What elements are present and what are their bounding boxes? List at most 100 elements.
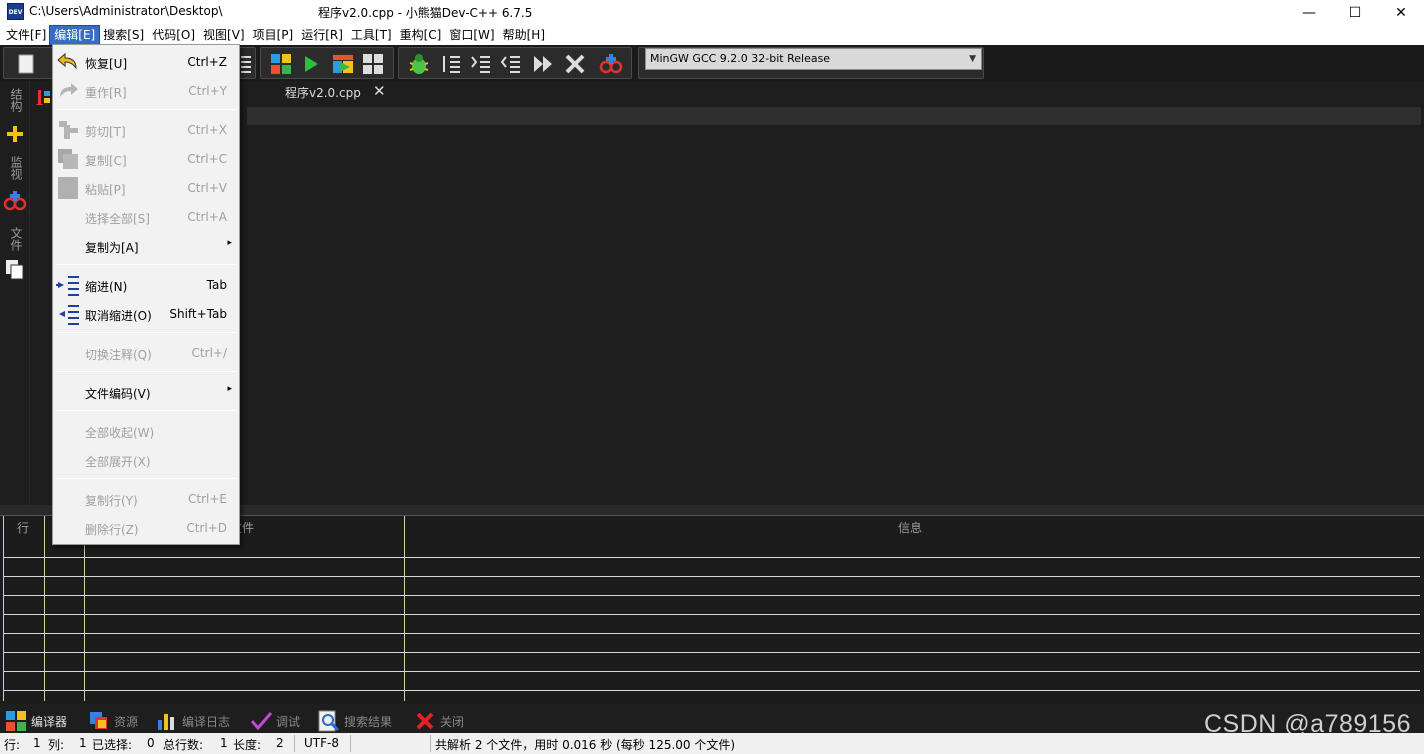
menu-item-copy[interactable]: 复制[C] Ctrl+C [53, 146, 239, 172]
table-row [4, 595, 1420, 596]
tab-close[interactable]: 关闭 [414, 710, 464, 732]
menu-item-label: 剪切[T] [85, 125, 126, 139]
debug-icon[interactable] [407, 52, 431, 76]
tab-watch[interactable]: 监视 [8, 156, 25, 180]
current-line-highlight[interactable] [247, 107, 1421, 125]
resources-icon [88, 710, 110, 732]
step-into-icon[interactable] [469, 52, 493, 76]
menu-code[interactable]: 代码[O] [148, 26, 199, 44]
submenu-arrow-icon: ▸ [227, 384, 232, 394]
menu-item-select-all[interactable]: 选择全部[S] Ctrl+A [53, 204, 239, 230]
tab-close-icon[interactable]: ✕ [373, 82, 386, 100]
menu-item-label: 复制为[A] [85, 241, 139, 255]
toolbar-group-file [3, 47, 53, 79]
menu-item-cut[interactable]: 剪切[T] Ctrl+X [53, 117, 239, 143]
menu-item-toggle-comment[interactable]: 切换注释(Q) Ctrl+/ [53, 340, 239, 366]
menu-item-delete-line[interactable]: 删除行(Z) Ctrl+D [53, 515, 239, 541]
tab-compile-log-label: 编译日志 [182, 714, 231, 729]
watch-icon[interactable] [3, 190, 27, 215]
tab-debug[interactable]: 调试 [250, 710, 300, 732]
menu-item-shortcut: Ctrl+E [188, 492, 227, 506]
menu-search[interactable]: 搜索[S] [99, 26, 148, 44]
step-out-icon[interactable] [499, 52, 523, 76]
close-button[interactable]: ✕ [1378, 0, 1424, 25]
tab-resources[interactable]: 资源 [88, 710, 138, 732]
menu-bar: 文件[F] 编辑[E] 搜索[S] 代码[O] 视图[V] 项目[P] 运行[R… [0, 25, 1424, 45]
add-watch-icon[interactable] [599, 52, 623, 76]
minimize-button[interactable]: — [1286, 0, 1332, 25]
maximize-button[interactable]: ☐ [1332, 0, 1378, 25]
editor-tab-label[interactable]: 程序v2.0.cpp [285, 84, 361, 101]
continue-icon[interactable] [531, 52, 555, 76]
menu-item-label: 重作[R] [85, 86, 127, 100]
rebuild-icon[interactable] [361, 52, 385, 76]
column-divider[interactable] [404, 516, 405, 701]
menu-item-shortcut: Shift+Tab [169, 307, 227, 321]
tab-search-results-label: 搜索结果 [344, 714, 393, 729]
column-header-info[interactable]: 信息 [898, 519, 922, 536]
tab-search-results[interactable]: 搜索结果 [318, 710, 392, 732]
status-divider [430, 735, 431, 752]
menu-item-shortcut: Ctrl+Y [188, 84, 227, 98]
status-divider [294, 735, 295, 752]
menu-item-shortcut: Ctrl+X [187, 123, 227, 137]
compile-run-icon[interactable] [331, 52, 355, 76]
table-row [4, 614, 1420, 615]
menu-item-collapse-all[interactable]: 全部收起(W) [53, 418, 239, 444]
table-row [4, 557, 1420, 558]
menu-item-label: 粘贴[P] [85, 183, 126, 197]
menu-item-shortcut: Ctrl+D [186, 521, 227, 535]
menu-run[interactable]: 运行[R] [297, 26, 347, 44]
status-selected-label: 已选择: [92, 738, 133, 752]
run-icon[interactable] [299, 52, 323, 76]
menu-item-copy-as[interactable]: 复制为[A] ▸ [53, 233, 239, 259]
menu-item-undo[interactable]: 恢复[U] Ctrl+Z [53, 49, 239, 75]
column-header-line[interactable]: 行 [17, 519, 29, 536]
menu-item-label: 文件编码(V) [85, 387, 151, 401]
cut-icon [56, 119, 80, 141]
menu-item-duplicate-line[interactable]: 复制行(Y) Ctrl+E [53, 486, 239, 512]
menu-separator [56, 109, 236, 110]
menu-item-label: 恢复[U] [85, 57, 128, 71]
compiler-icon [5, 710, 27, 732]
menu-item-redo[interactable]: 重作[R] Ctrl+Y [53, 78, 239, 104]
menu-item-shortcut: Tab [206, 278, 227, 292]
left-panel-strip: 结构 监视 文件 [0, 81, 30, 505]
menu-item-indent[interactable]: 缩进(N) Tab [53, 272, 239, 298]
tab-resources-label: 资源 [114, 714, 139, 729]
check-icon [250, 710, 272, 732]
menu-window[interactable]: 窗口[W] [445, 26, 498, 44]
column-divider[interactable] [44, 516, 45, 701]
compile-icon[interactable] [269, 52, 293, 76]
step-over-icon[interactable] [439, 52, 463, 76]
tab-compiler-label: 编译器 [31, 714, 68, 729]
indent-icon [56, 274, 80, 296]
menu-edit[interactable]: 编辑[E] [49, 25, 101, 45]
menu-view[interactable]: 视图[V] [199, 26, 249, 44]
stop-debug-icon[interactable] [563, 52, 587, 76]
tab-structure[interactable]: 结构 [8, 88, 25, 112]
status-col-label: 列: [48, 738, 65, 752]
column-divider [3, 516, 4, 701]
tab-compiler[interactable]: 编译器 [5, 710, 67, 732]
compiler-select[interactable]: MinGW GCC 9.2.0 32-bit Release ▼ [645, 48, 982, 70]
tab-debug-label: 调试 [276, 714, 301, 729]
menu-item-file-encoding[interactable]: 文件编码(V) ▸ [53, 379, 239, 405]
new-file-icon[interactable] [14, 52, 38, 76]
add-icon[interactable] [4, 125, 26, 146]
menu-item-unindent[interactable]: 取消缩进(O) Shift+Tab [53, 301, 239, 327]
compiler-select-value: MinGW GCC 9.2.0 32-bit Release [650, 52, 831, 65]
menu-item-paste[interactable]: 粘贴[P] Ctrl+V [53, 175, 239, 201]
status-row-value: 1 [33, 736, 41, 750]
menu-file[interactable]: 文件[F] [2, 26, 50, 44]
status-encoding[interactable]: UTF-8 [304, 736, 339, 750]
tab-files[interactable]: 文件 [8, 227, 25, 251]
menu-refactor[interactable]: 重构[C] [396, 26, 446, 44]
menu-project[interactable]: 项目[P] [249, 26, 298, 44]
menu-item-expand-all[interactable]: 全部展开(X) [53, 447, 239, 473]
files-icon[interactable] [5, 259, 25, 284]
tab-compile-log[interactable]: 编译日志 [156, 710, 230, 732]
menu-tools[interactable]: 工具[T] [347, 26, 396, 44]
menu-help[interactable]: 帮助[H] [499, 26, 549, 44]
menu-separator [56, 371, 236, 372]
